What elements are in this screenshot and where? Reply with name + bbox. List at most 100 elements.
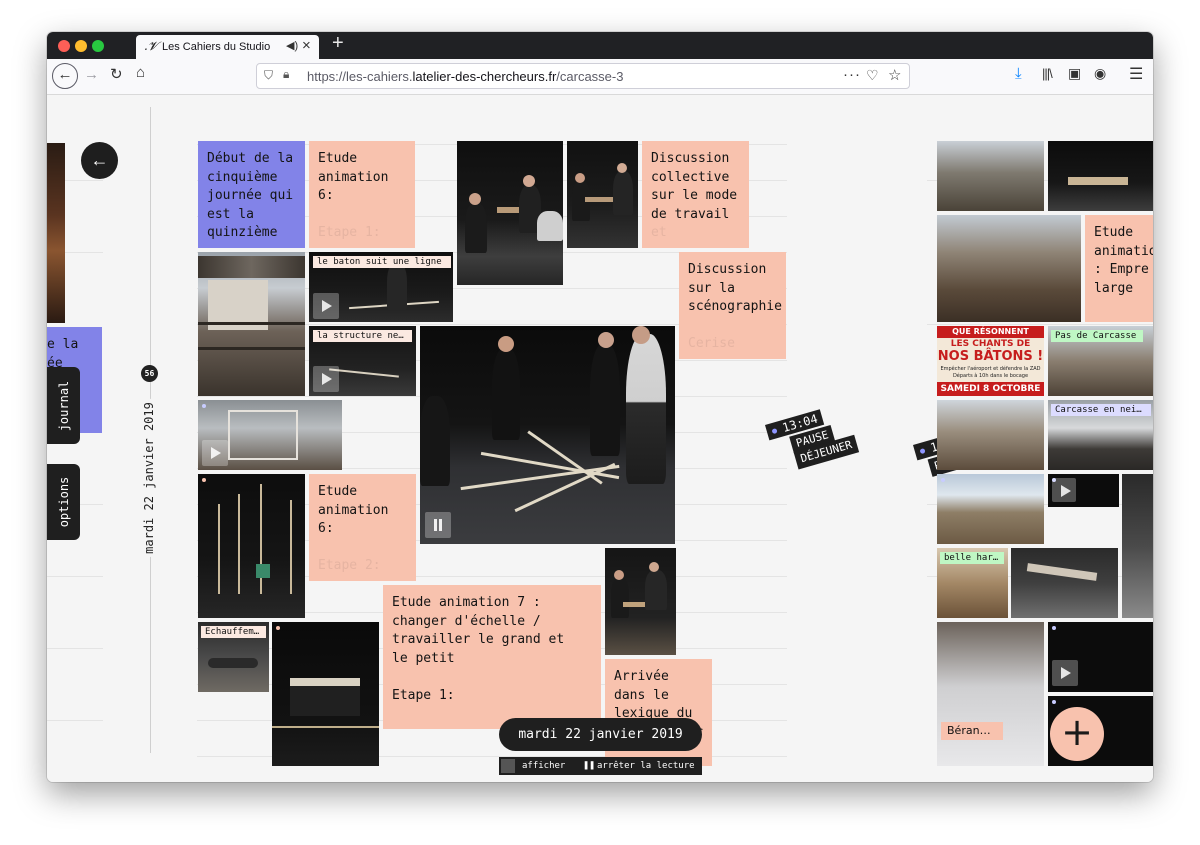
- media-thumbnail[interactable]: [937, 215, 1081, 322]
- main-video[interactable]: [420, 326, 675, 544]
- note-card[interactable]: Discussion sur la scénographie Cerise: [679, 252, 786, 359]
- close-window-button[interactable]: [58, 40, 70, 52]
- download-icon[interactable]: ⤓: [1015, 65, 1022, 82]
- media-thumbnail[interactable]: [567, 141, 638, 248]
- note-card-partial[interactable]: Etude animatio : Empre large: [1085, 215, 1153, 322]
- play-icon[interactable]: [313, 293, 339, 319]
- poster-thumbnail[interactable]: QUE RÉSONNENT LES CHANTS DE NOS BÂTONS !…: [937, 326, 1044, 396]
- home-icon[interactable]: ⌂: [136, 64, 145, 81]
- person-figure: [420, 396, 450, 486]
- maximize-window-button[interactable]: [92, 40, 104, 52]
- shield-icon[interactable]: ⛉: [264, 68, 273, 83]
- pause-time-tag: 13:04 PAUSE DÉJEUNER: [765, 400, 871, 492]
- url-bar[interactable]: ⛉ 🔒︎ https://les-cahiers.latelier-des-ch…: [256, 63, 910, 89]
- note-card-text: 6:: [318, 188, 334, 203]
- note-card[interactable]: Début de la cinquième journée qui est la…: [198, 141, 305, 248]
- media-thumbnail[interactable]: [457, 141, 563, 285]
- person-figure: [645, 570, 667, 610]
- url-text[interactable]: https://les-cahiers.latelier-des-cherche…: [307, 69, 623, 84]
- note-card-text: cinquième: [207, 169, 278, 185]
- person-head: [614, 570, 624, 580]
- account-icon[interactable]: ◉: [1094, 65, 1106, 82]
- media-thumbnail[interactable]: [1048, 474, 1119, 507]
- note-card[interactable]: Etude animation 6: Etape 1:: [309, 141, 415, 248]
- media-thumbnail[interactable]: [47, 143, 65, 323]
- media-thumbnail[interactable]: [198, 400, 342, 470]
- media-thumbnail[interactable]: [937, 141, 1044, 211]
- poster-text: Empêcher l'aéroport et défendre la ZAD: [940, 366, 1041, 372]
- page-actions-icon[interactable]: ···: [843, 66, 861, 83]
- new-tab-icon[interactable]: +: [332, 32, 344, 55]
- railing-shape: [198, 322, 305, 325]
- note-card-text: animation: [318, 169, 389, 185]
- bookmark-star-icon[interactable]: ☆: [888, 66, 901, 84]
- current-date-pill[interactable]: mardi 22 janvier 2019: [499, 718, 702, 751]
- browser-tab[interactable]: .𝓥 Les Cahiers du Studio ◀) ×: [136, 35, 319, 59]
- table-shape: [1026, 563, 1098, 581]
- poster-text: QUE RÉSONNENT: [937, 326, 1044, 338]
- journal-tab[interactable]: journal: [47, 367, 80, 444]
- note-card-text: travailler le grand et: [392, 632, 565, 647]
- back-arrow-icon[interactable]: ←: [81, 142, 118, 179]
- media-thumbnail[interactable]: [1011, 548, 1118, 618]
- play-icon[interactable]: [313, 366, 339, 392]
- speaker-icon[interactable]: ◀): [286, 39, 298, 52]
- person-head: [632, 326, 650, 344]
- sidebar-icon[interactable]: ▣: [1068, 65, 1081, 82]
- pergola-shape: [198, 256, 305, 278]
- media-thumbnail[interactable]: [272, 622, 379, 766]
- note-card-text: e la: [47, 337, 79, 352]
- media-thumbnail[interactable]: [1048, 622, 1153, 692]
- library-icon[interactable]: |||\: [1042, 66, 1053, 81]
- note-card-text: [688, 317, 777, 336]
- close-tab-icon[interactable]: ×: [302, 37, 311, 54]
- minimize-window-button[interactable]: [75, 40, 87, 52]
- nav-toolbar: ← → ↻ ⌂ ⛉ 🔒︎ https://les-cahiers.latelie…: [47, 59, 1153, 95]
- note-card[interactable]: Etude animation 6: Etape 2:: [309, 474, 416, 581]
- media-thumbnail[interactable]: [198, 474, 305, 618]
- person-figure: [537, 211, 563, 241]
- play-icon[interactable]: [1052, 660, 1078, 686]
- play-icon[interactable]: [1052, 478, 1076, 502]
- media-thumbnail[interactable]: belle harmonie: [937, 548, 1008, 618]
- pocket-icon[interactable]: ♡: [866, 67, 879, 84]
- note-card[interactable]: Discussion collective sur le mode de tra…: [642, 141, 749, 248]
- play-icon[interactable]: [202, 440, 228, 466]
- back-arrow-icon[interactable]: ←: [52, 63, 78, 89]
- person-head: [498, 336, 514, 352]
- media-thumbnail[interactable]: [198, 252, 305, 396]
- hamburger-menu-icon[interactable]: ☰: [1129, 64, 1143, 84]
- media-thumbnail[interactable]: Carcasse en neige: [1048, 400, 1153, 470]
- lock-icon[interactable]: 🔒︎: [283, 67, 289, 82]
- person-figure: [492, 348, 520, 440]
- media-thumbnail[interactable]: [1048, 141, 1153, 211]
- pause-icon[interactable]: [425, 512, 451, 538]
- note-card-text: le petit: [392, 650, 455, 666]
- media-thumbnail[interactable]: [1122, 474, 1153, 618]
- media-thumbnail[interactable]: Echauffement: [198, 622, 269, 692]
- add-media-button[interactable]: +: [1050, 707, 1104, 761]
- media-thumbnail[interactable]: le baton suit une ligne: [309, 252, 453, 322]
- options-tab[interactable]: options: [47, 464, 80, 540]
- media-thumbnail[interactable]: Bérangère: [937, 622, 1044, 766]
- person-head: [523, 175, 535, 187]
- media-caption: Bérangère: [941, 722, 1003, 740]
- table-shape: [290, 686, 360, 716]
- note-card[interactable]: Etude animation 7 : changer d'échelle / …: [383, 585, 601, 729]
- forward-arrow-icon[interactable]: →: [84, 66, 99, 83]
- person-figure: [387, 262, 407, 310]
- reload-icon[interactable]: ↻: [110, 65, 123, 83]
- note-card-text: sur le mode: [651, 188, 738, 203]
- media-thumbnail[interactable]: [937, 474, 1044, 544]
- media-thumbnail[interactable]: Pas de Carcasse: [1048, 326, 1153, 396]
- media-thumbnail[interactable]: la structure ne bouge pas: [309, 326, 416, 396]
- status-dot: [1052, 700, 1056, 704]
- media-thumbnail[interactable]: [605, 548, 676, 655]
- note-card-text: animation: [318, 502, 389, 518]
- show-button[interactable]: afficher: [522, 761, 565, 771]
- media-thumbnail[interactable]: [937, 400, 1044, 470]
- note-card-text: et: [651, 225, 667, 240]
- stop-playback-button[interactable]: arrêter la lecture: [597, 761, 695, 771]
- note-card-text: Etape 1:: [392, 687, 455, 703]
- pause-icon[interactable]: ❚❚: [583, 760, 595, 771]
